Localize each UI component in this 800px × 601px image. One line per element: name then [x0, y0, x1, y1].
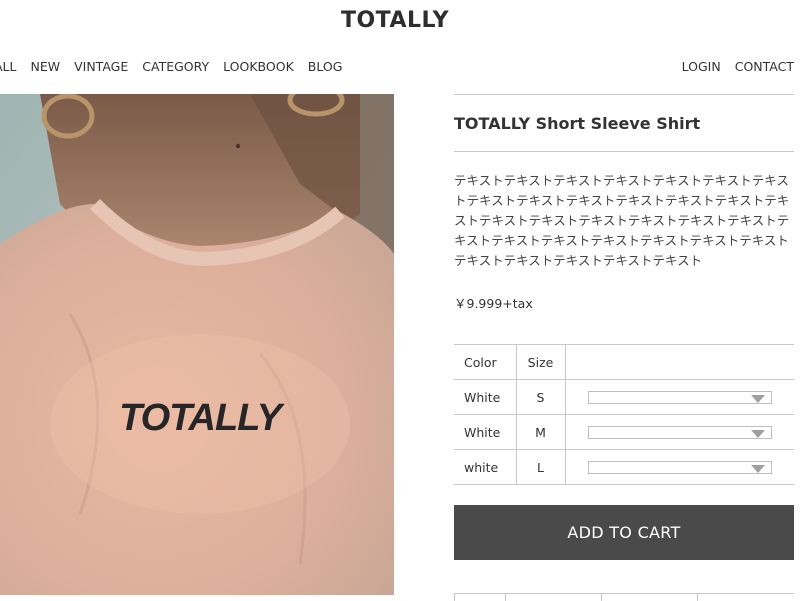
- color-header: Color: [454, 344, 517, 380]
- nav-item-all[interactable]: ALL: [0, 59, 16, 74]
- variant-size: S: [515, 379, 566, 415]
- chevron-down-icon: [750, 394, 765, 403]
- nav-item-new[interactable]: NEW: [30, 59, 60, 74]
- shirt-print-text: TOTALLY: [119, 397, 286, 439]
- table-row: white L: [454, 449, 794, 485]
- utility-nav: LOGIN CONTACT: [668, 59, 794, 74]
- variant-size: L: [515, 449, 566, 485]
- product-info: TOTALLY Short Sleeve Shirt テキストテキストテキストテ…: [454, 94, 794, 560]
- table-row: White S: [454, 379, 794, 415]
- size-header: Size: [515, 344, 566, 380]
- quantity-select[interactable]: [587, 390, 772, 404]
- variant-table: Color Size White S White M white L: [454, 344, 794, 485]
- nav-item-category[interactable]: CATEGORY: [142, 59, 209, 74]
- add-to-cart-button[interactable]: ADD TO CART: [454, 505, 794, 560]
- main-nav: ALL NEW VINTAGE CATEGORY LOOKBOOK BLOG: [0, 59, 356, 74]
- nav-item-lookbook[interactable]: LOOKBOOK: [223, 59, 294, 74]
- nav-item-vintage[interactable]: VINTAGE: [74, 59, 128, 74]
- nav-item-blog[interactable]: BLOG: [308, 59, 343, 74]
- site-logo[interactable]: TOTALLY: [0, 8, 790, 33]
- quantity-select[interactable]: [587, 425, 772, 439]
- nav-item-login[interactable]: LOGIN: [682, 59, 721, 74]
- lower-table-edge: [454, 593, 794, 601]
- quantity-select[interactable]: [587, 460, 772, 474]
- product-price: ￥9.999+tax: [454, 296, 533, 311]
- chevron-down-icon: [750, 464, 765, 473]
- table-row: White M: [454, 414, 794, 450]
- nav-item-contact[interactable]: CONTACT: [735, 59, 794, 74]
- product-photo: TOTALLY: [0, 94, 394, 595]
- variant-color: White: [454, 379, 517, 415]
- variant-size: M: [515, 414, 566, 450]
- divider: [454, 151, 794, 152]
- variant-color: white: [454, 449, 517, 485]
- chevron-down-icon: [750, 429, 765, 438]
- product-title: TOTALLY Short Sleeve Shirt: [454, 114, 701, 133]
- variant-table-header: Color Size: [454, 344, 794, 380]
- variant-color: White: [454, 414, 517, 450]
- product-description: テキストテキストテキストテキストテキストテキストテキストテキストテキストテキスト…: [454, 173, 790, 268]
